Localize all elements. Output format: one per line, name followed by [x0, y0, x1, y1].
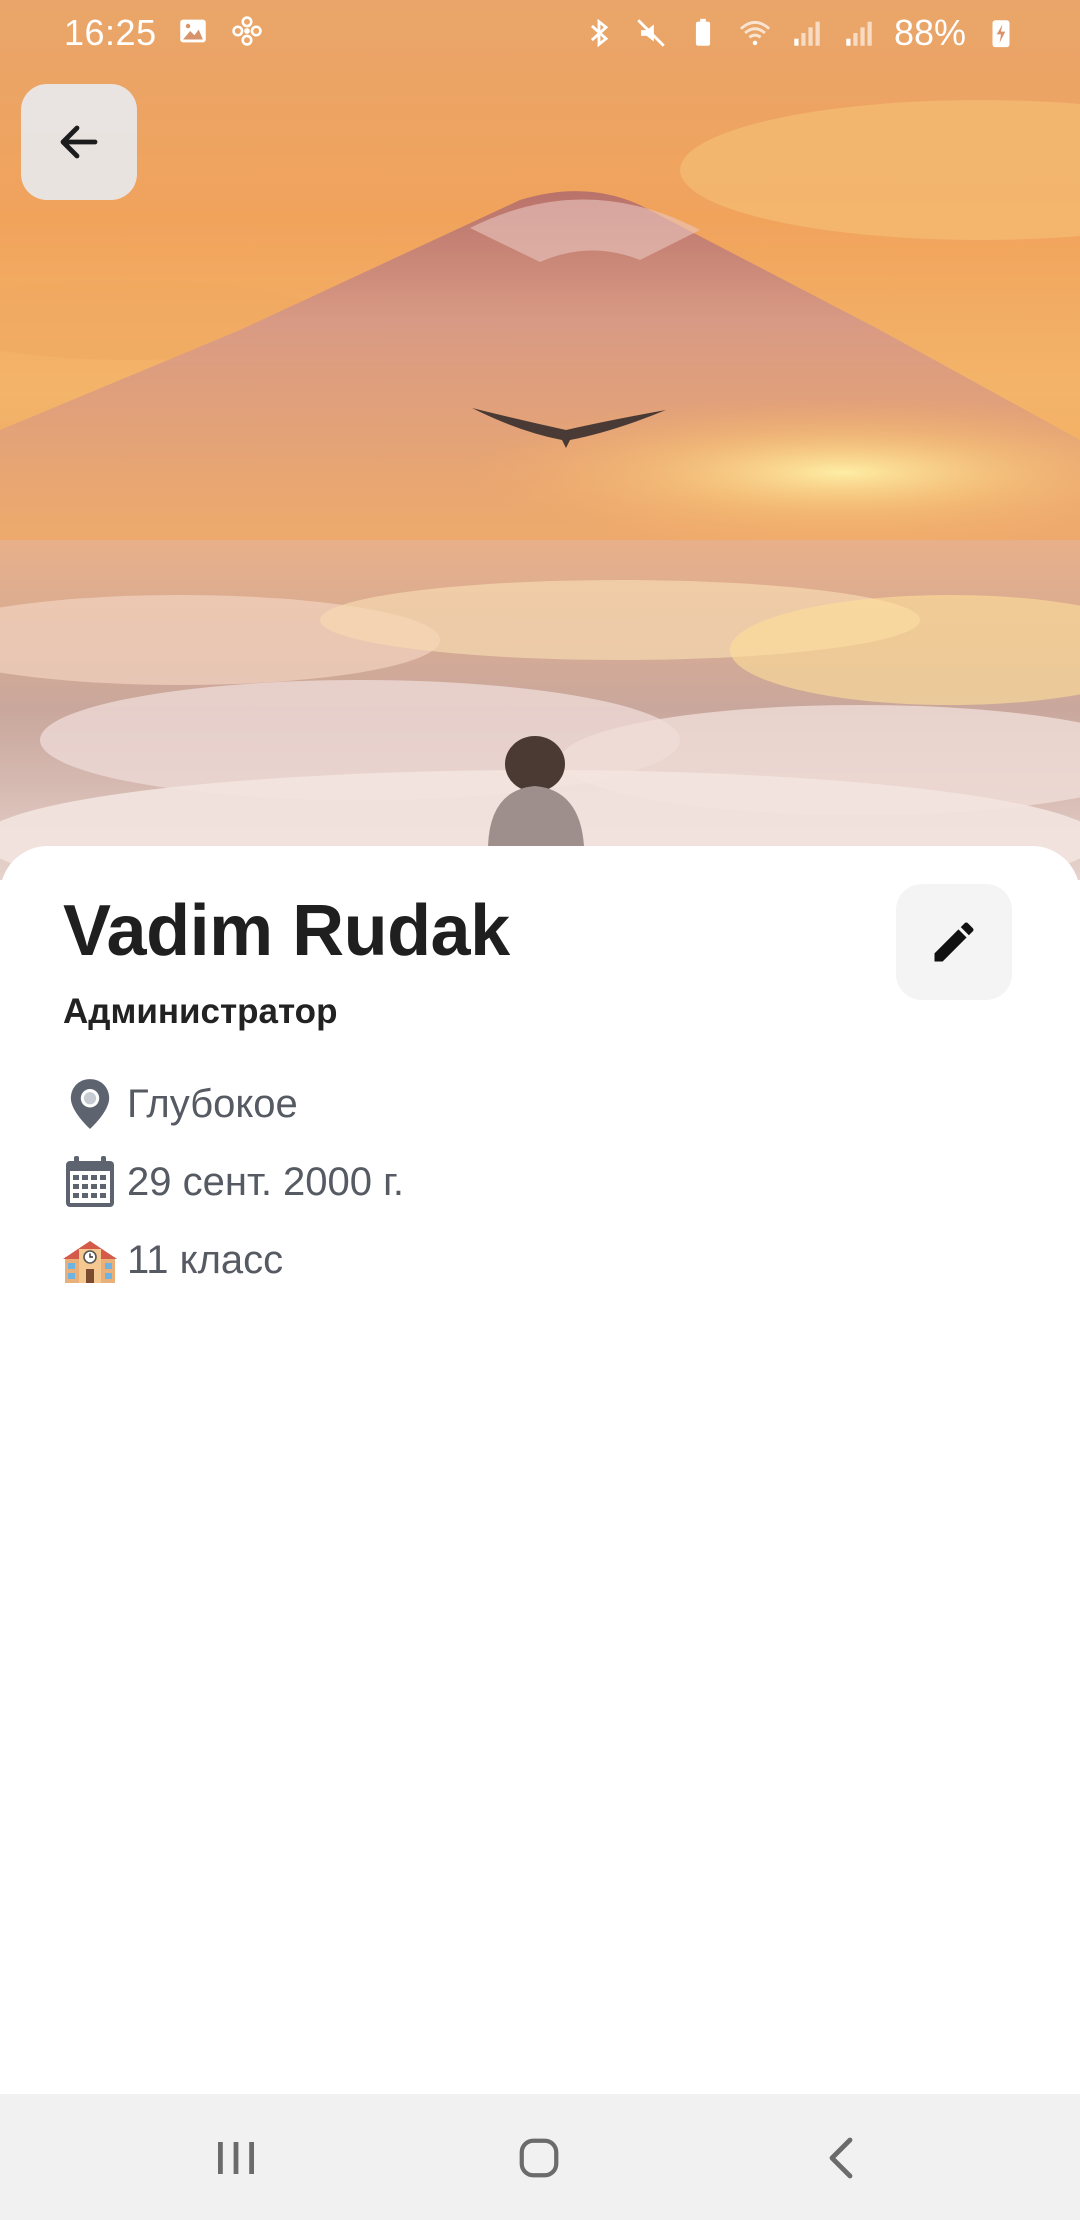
status-bar: 16:25 88% [0, 0, 1080, 64]
profile-screen: 16:25 88% Vadim Rudak Администратор Глуб… [0, 0, 1080, 2220]
pencil-icon [934, 922, 974, 962]
recents-button[interactable] [196, 2120, 276, 2196]
bluetooth-icon [590, 18, 609, 48]
status-time: 16:25 [64, 12, 157, 53]
edit-profile-button[interactable] [896, 884, 1012, 1000]
school-icon [63, 1232, 117, 1288]
gallery-icon [180, 19, 206, 43]
fan-icon [232, 16, 262, 46]
info-row-birthday: 29 сент. 2000 г. [63, 1154, 404, 1210]
back-button[interactable] [21, 84, 137, 200]
arrow-left-icon [60, 125, 98, 159]
battery-percent: 88% [893, 12, 966, 53]
class-text: 11 класс [127, 1237, 284, 1282]
back-chevron-icon [829, 2137, 853, 2179]
signal-icon [846, 21, 872, 46]
profile-name: Vadim Rudak [63, 891, 510, 971]
info-row-class: 11 класс [63, 1232, 283, 1288]
status-left-icons [176, 14, 264, 48]
location-text: Глубокое [127, 1081, 298, 1126]
cover-image [0, 0, 1080, 880]
home-icon [519, 2138, 559, 2178]
profile-card: Vadim Rudak Администратор Глубокое 29 се… [0, 846, 1080, 2094]
info-row-location: Глубокое [63, 1076, 298, 1132]
birthday-text: 29 сент. 2000 г. [127, 1159, 404, 1204]
signal-icon [794, 21, 820, 46]
recents-icon [218, 2142, 254, 2174]
mute-icon [637, 19, 665, 47]
calendar-icon [63, 1154, 117, 1210]
battery-saver-icon [695, 18, 711, 46]
battery-charging-icon [992, 20, 1010, 48]
status-right-icons: 88% [582, 12, 1018, 54]
navigation-bar [0, 2094, 1080, 2220]
wifi-icon [739, 20, 771, 46]
system-back-button[interactable] [802, 2120, 882, 2196]
location-pin-icon [63, 1076, 117, 1132]
profile-role: Администратор [63, 992, 338, 1031]
home-button[interactable] [499, 2120, 579, 2196]
